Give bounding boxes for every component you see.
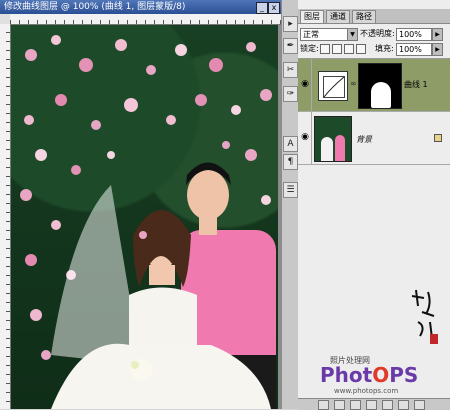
document-window: 修改曲线图层 @ 100% (曲线 1, 图层蒙版/8) _ x — [0, 0, 281, 409]
fill-slider-arrow-icon[interactable]: ▶ — [432, 43, 443, 56]
lock-options — [320, 43, 368, 55]
thumb-bride — [321, 137, 333, 161]
fill-label: 填充: — [375, 44, 394, 53]
text-icon[interactable]: A — [283, 136, 298, 152]
curves-adjustment-icon[interactable] — [318, 71, 348, 101]
mask-shape — [371, 82, 391, 108]
opacity-field[interactable]: 100% — [396, 28, 432, 41]
brush-icon[interactable]: ✒ — [283, 38, 298, 54]
lock-all-icon[interactable] — [356, 43, 366, 54]
layer-background[interactable]: ◉ 背景 — [298, 112, 450, 165]
wedding-photo-image — [20, 35, 276, 409]
layer-mask-thumbnail[interactable] — [358, 63, 402, 109]
note-icon[interactable]: ¶ — [283, 154, 298, 170]
lock-label: 锁定: — [300, 44, 319, 53]
visibility-eye-icon[interactable]: ◉ — [300, 132, 310, 142]
blend-mode-select[interactable]: 正常 — [300, 28, 348, 41]
horizontal-ruler[interactable] — [10, 14, 281, 25]
opacity-slider-arrow-icon[interactable]: ▶ — [432, 28, 443, 41]
visibility-eye-icon[interactable]: ◉ — [300, 79, 310, 89]
panel-tabs: 图层 通道 路径 — [298, 9, 450, 24]
brand-part-a: Phot — [320, 363, 373, 387]
link-chain-icon[interactable]: ∞ — [350, 79, 357, 88]
lock-brush-icon[interactable] — [332, 43, 342, 54]
calligraphy-signature — [411, 289, 438, 344]
tab-layers[interactable]: 图层 — [300, 10, 324, 23]
watermark-url: www.photops.com — [334, 387, 399, 395]
layer-divider — [311, 112, 312, 164]
thumb-groom — [335, 135, 345, 161]
canvas-photo[interactable] — [11, 25, 278, 409]
fill-field[interactable]: 100% — [396, 43, 432, 56]
curve-graph-icon — [323, 76, 345, 98]
layer-curves[interactable]: ◉ ∞ 曲线 1 — [298, 59, 450, 112]
vertical-ruler[interactable] — [0, 24, 11, 409]
layers-footer — [298, 398, 450, 410]
watermark-brand: PhotOPS — [320, 363, 418, 387]
background-thumbnail[interactable] — [314, 116, 352, 162]
tab-channels[interactable]: 通道 — [326, 10, 350, 23]
blend-mode-chevron-down-icon[interactable]: ▼ — [347, 28, 358, 41]
pen-icon[interactable]: ✑ — [283, 86, 298, 102]
brand-part-o: O — [372, 363, 390, 387]
lock-move-icon[interactable] — [344, 43, 354, 54]
crop-icon[interactable]: ✂ — [283, 62, 298, 78]
hand-icon[interactable]: ☰ — [283, 182, 298, 198]
tab-paths[interactable]: 路径 — [352, 10, 376, 23]
ruler-corner[interactable] — [0, 14, 10, 24]
curve-line-icon — [323, 76, 345, 98]
minimize-button[interactable]: _ — [256, 2, 268, 14]
document-title-bar[interactable]: 修改曲线图层 @ 100% (曲线 1, 图层蒙版/8) _ x — [0, 0, 281, 14]
arrow-icon[interactable]: ▸ — [283, 16, 298, 32]
layer-name[interactable]: 背景 — [356, 134, 372, 145]
layer-name[interactable]: 曲线 1 — [404, 79, 428, 90]
opacity-label: 不透明度: — [360, 29, 395, 38]
document-title: 修改曲线图层 @ 100% (曲线 1, 图层蒙版/8) — [4, 2, 186, 12]
toolbox: ▸ ✒ ✂ ✑ A ¶ ☰ — [281, 0, 299, 409]
lock-icon — [434, 134, 442, 142]
brand-part-b: PS — [389, 363, 419, 387]
close-button[interactable]: x — [268, 2, 280, 14]
layer-divider — [311, 59, 312, 111]
lock-transparent-icon[interactable] — [320, 43, 330, 54]
